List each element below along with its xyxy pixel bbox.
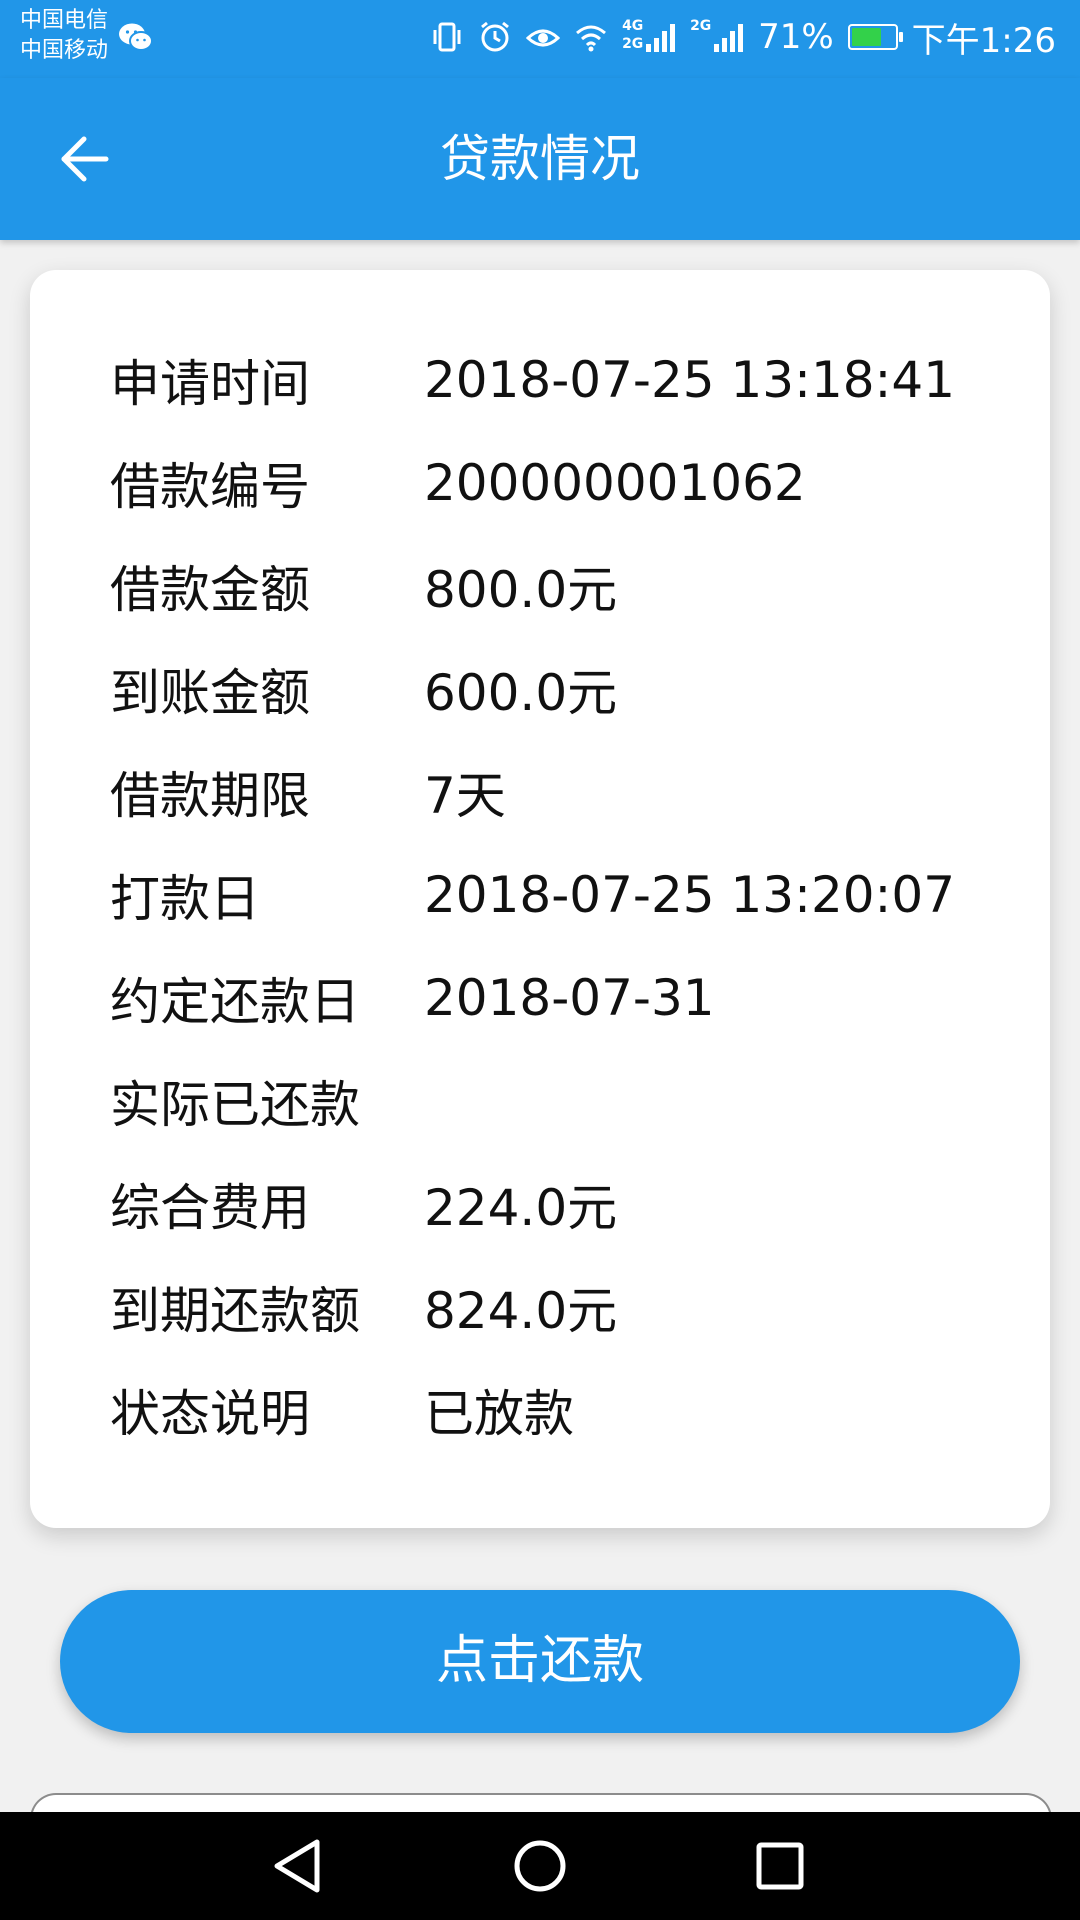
alarm-icon — [481, 21, 509, 52]
back-triangle-icon[interactable] — [263, 1830, 335, 1902]
detail-label: 状态说明 — [110, 1384, 310, 1443]
home-circle-icon[interactable] — [504, 1830, 576, 1902]
detail-label: 借款金额 — [110, 560, 310, 619]
detail-value: 800.0元 — [424, 560, 618, 619]
loan-detail-card: 申请时间 2018-07-25 13:18:41 借款编号 200000001062 借… — [30, 270, 1050, 1528]
detail-value: 7天 — [424, 766, 506, 825]
detail-label: 打款日 — [110, 869, 260, 928]
detail-value: 200000001062 — [424, 453, 806, 512]
detail-label: 申请时间 — [110, 354, 310, 413]
detail-label: 实际已还款 — [110, 1075, 360, 1134]
arrow-left-icon — [61, 136, 109, 182]
carrier-2: 中国移动 — [20, 38, 109, 63]
recents-square-icon[interactable] — [744, 1830, 816, 1902]
vibrate-icon — [433, 22, 461, 52]
detail-label: 综合费用 — [110, 1178, 310, 1237]
detail-row: 综合费用 224.0元 — [110, 1152, 1010, 1255]
loan-details-list: 申请时间 2018-07-25 13:18:41 借款编号 200000001062 借… — [110, 328, 1010, 1461]
detail-row: 到期还款额 824.0元 — [110, 1255, 1010, 1358]
network-type-1: 4G — [622, 18, 644, 34]
back-button[interactable] — [40, 114, 130, 204]
detail-label: 借款期限 — [110, 766, 310, 825]
clock: 下午1:26 — [911, 20, 1056, 61]
battery-level — [851, 28, 882, 46]
detail-value: 824.0元 — [424, 1281, 618, 1340]
detail-label: 借款编号 — [110, 457, 310, 516]
navigation-bar — [0, 1812, 1080, 1920]
battery-icon — [847, 24, 903, 50]
detail-row: 借款期限 7天 — [110, 740, 1010, 843]
detail-value: 600.0元 — [424, 663, 618, 722]
wifi-icon — [576, 25, 607, 52]
detail-label: 到账金额 — [110, 663, 310, 722]
detail-value: 2018-07-25 13:20:07 — [424, 865, 956, 924]
signal-icon: 2G — [690, 18, 744, 54]
detail-value: 已放款 — [424, 1384, 574, 1443]
detail-row: 实际已还款 — [110, 1049, 1010, 1152]
eye-icon — [526, 29, 561, 47]
detail-row: 借款金额 800.0元 — [110, 534, 1010, 637]
detail-value: 2018-07-31 — [424, 968, 715, 1027]
detail-value: 224.0元 — [424, 1178, 618, 1237]
battery-percent: 71% — [758, 17, 834, 57]
detail-row: 打款日 2018-07-25 13:20:07 — [110, 843, 1010, 946]
signal-icon: 4G 2G — [622, 18, 676, 54]
detail-label: 到期还款额 — [110, 1281, 360, 1340]
detail-row: 借款编号 200000001062 — [110, 431, 1010, 534]
detail-label: 约定还款日 — [110, 972, 360, 1031]
page-title: 贷款情况 — [440, 130, 640, 188]
carrier-1: 中国电信 — [20, 8, 109, 33]
network-type-3: 2G — [690, 18, 712, 34]
status-icons: 4G 2G 2G 71% 下午1:26 — [430, 12, 1056, 62]
detail-row: 申请时间 2018-07-25 13:18:41 — [110, 328, 1010, 431]
app-bar: 贷款情况 — [0, 78, 1080, 240]
detail-row: 到账金额 600.0元 — [110, 637, 1010, 740]
repay-button[interactable]: 点击还款 — [60, 1590, 1020, 1733]
detail-row: 约定还款日 2018-07-31 — [110, 946, 1010, 1049]
detail-value: 2018-07-25 13:18:41 — [424, 350, 956, 409]
network-type-2: 2G — [622, 36, 644, 52]
wechat-icon — [119, 23, 153, 51]
status-bar: 中国电信 中国移动 4G 2G 2G 71% 下午1:26 — [0, 0, 1080, 78]
detail-row: 状态说明 已放款 — [110, 1358, 1010, 1461]
carrier-info: 中国电信 中国移动 — [20, 6, 108, 66]
